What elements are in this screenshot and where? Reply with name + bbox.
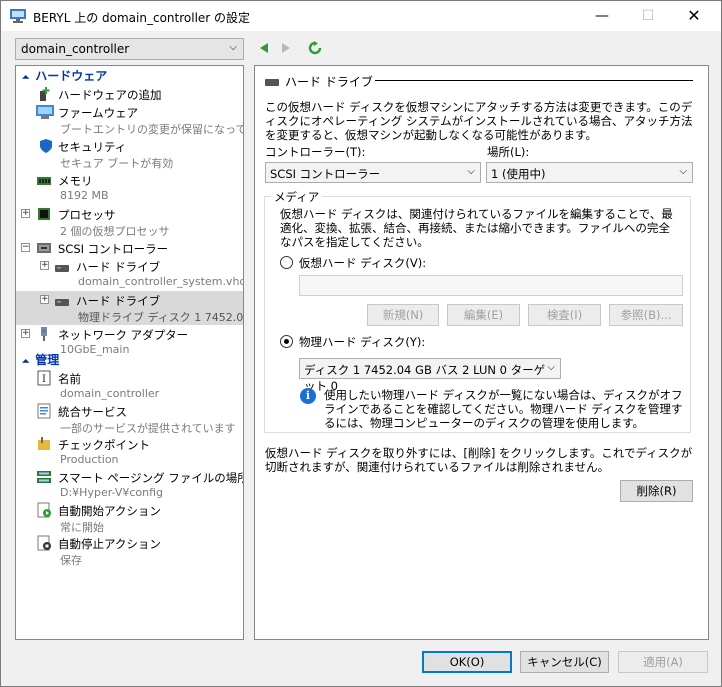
maximize-button[interactable]: ☐ [625, 1, 671, 31]
inspect-button[interactable]: 検査(I) [528, 304, 601, 326]
physical-disk-info-text: 使用したい物理ハード ディスクが一覧にない場合は、ディスクがオフラインであること… [324, 388, 683, 430]
collapse-chevron-icon: ⏶ [22, 357, 30, 367]
close-button[interactable]: ✕ [671, 1, 717, 31]
minimize-button[interactable]: — [579, 1, 625, 31]
controller-label: コントローラー(T): [265, 145, 366, 159]
sidebar-item-firmware[interactable]: ファームウェア ブートエントリの変更が保留になって... [16, 103, 243, 137]
location-label: 場所(L): [487, 145, 530, 159]
edit-button[interactable]: 編集(E) [447, 304, 520, 326]
sidebar-item-scsi-controller[interactable]: − SCSI コントローラー [16, 239, 243, 257]
settings-tree: ⏶ ハードウェア ハードウェアの追加 ファームウェア ブートエントリの変更が保留に… [15, 65, 244, 640]
remove-button[interactable]: 削除(R) [620, 480, 693, 502]
sidebar-item-auto-start[interactable]: 自動開始アクション 常に開始 [16, 501, 243, 534]
expand-plus-icon[interactable]: + [40, 295, 49, 304]
name-tag-icon: I [37, 370, 51, 386]
sidebar-item-auto-stop[interactable]: 自動停止アクション 保存 [16, 534, 243, 567]
svg-text:I: I [42, 374, 46, 385]
integration-services-icon [37, 403, 51, 419]
smart-paging-icon [37, 471, 51, 483]
sidebar-item-security[interactable]: セキュリティ セキュア ブートが有効 [16, 137, 243, 171]
sidebar-item-processor[interactable]: + プロセッサ 2 個の仮想プロセッサ [16, 205, 243, 239]
settings-window: BERYL 上の domain_controller の設定 — ☐ ✕ dom… [0, 0, 722, 687]
hard-drive-icon [55, 299, 69, 306]
title-divider [375, 80, 693, 81]
refresh-icon[interactable] [308, 41, 322, 55]
chevron-down-icon: ⌵ [229, 42, 237, 53]
chevron-down-icon: ⌵ [467, 166, 475, 177]
virtual-hard-disk-radio[interactable] [280, 256, 293, 269]
expand-plus-icon[interactable]: + [21, 329, 30, 338]
title-bar: BERYL 上の domain_controller の設定 — ☐ ✕ [1, 1, 721, 31]
hard-drive-settings-panel: ハード ドライブ この仮想ハード ディスクを仮想マシンにアタッチする方法は変更で… [254, 65, 709, 640]
sidebar-item-hard-drive-2[interactable]: + ハード ドライブ 物理ドライブ ディスク 1 7452.04... [16, 291, 243, 325]
sidebar-item-memory[interactable]: メモリ 8192 MB [16, 171, 243, 205]
add-hardware-icon [40, 87, 50, 101]
media-description: 仮想ハード ディスクは、関連付けられているファイルを編集することで、最適化、変換… [280, 207, 673, 249]
remove-instructions: 仮想ハード ディスクを取り外すには、[削除] をクリックします。これでディスクが… [265, 446, 693, 474]
browse-button[interactable]: 参照(B)... [609, 304, 683, 326]
processor-icon [38, 208, 50, 220]
checkpoint-icon [38, 437, 50, 450]
forward-arrow-icon[interactable] [279, 41, 293, 55]
controller-dropdown[interactable]: SCSI コントローラー ⌵ [265, 162, 481, 183]
window-title: BERYL 上の domain_controller の設定 [33, 11, 251, 25]
physical-hard-disk-label: 物理ハード ディスク(Y): [299, 335, 426, 349]
panel-title: ハード ドライブ [265, 73, 373, 90]
hard-drive-icon [265, 79, 279, 86]
sidebar-item-name[interactable]: I 名前 domain_controller [16, 369, 243, 402]
expand-plus-icon[interactable]: + [40, 261, 49, 270]
auto-start-icon [37, 502, 51, 518]
back-arrow-icon[interactable] [257, 41, 271, 55]
scsi-controller-icon [37, 243, 51, 253]
collapse-minus-icon[interactable]: − [21, 243, 30, 252]
location-dropdown[interactable]: 1 (使用中) ⌵ [486, 162, 693, 183]
chevron-down-icon: ⌵ [679, 166, 687, 177]
new-button[interactable]: 新規(N) [367, 304, 439, 326]
apply-button[interactable]: 適用(A) [618, 651, 708, 673]
hardware-section-header[interactable]: ⏶ ハードウェア [17, 68, 243, 84]
vm-selector-dropdown[interactable]: domain_controller ⌵ [15, 38, 244, 60]
panel-description: この仮想ハード ディスクを仮想マシンにアタッチする方法は変更できます。このディス… [265, 100, 693, 142]
sidebar-item-checkpoints[interactable]: チェックポイント Production [16, 435, 243, 468]
shield-icon [40, 139, 52, 153]
sidebar-item-smart-paging[interactable]: スマート ページング ファイルの場所 D:¥Hyper-V¥config [16, 468, 243, 501]
collapse-chevron-icon: ⏶ [22, 73, 30, 83]
sidebar-item-hard-drive-1[interactable]: + ハード ドライブ domain_controller_system.vhdx [16, 257, 243, 291]
vhd-path-input[interactable] [299, 275, 683, 296]
sidebar-item-add-hardware[interactable]: ハードウェアの追加 [16, 85, 243, 103]
chevron-down-icon: ⌵ [547, 362, 555, 373]
physical-hard-disk-radio[interactable] [280, 335, 293, 348]
physical-disk-dropdown[interactable]: ディスク 1 7452.04 GB バス 2 LUN 0 ターゲット 0 ⌵ [299, 358, 561, 393]
management-section-header[interactable]: ⏶ 管理 [17, 352, 243, 368]
memory-icon [37, 177, 51, 185]
firmware-icon [36, 105, 54, 119]
network-adapter-icon [41, 327, 47, 341]
info-icon: i [300, 388, 316, 404]
cancel-button[interactable]: キャンセル(C) [520, 651, 609, 673]
media-group-label: メディア [271, 189, 323, 205]
hard-drive-icon [55, 265, 69, 272]
virtual-hard-disk-label[interactable]: 仮想ハード ディスク(V): [299, 256, 426, 270]
expand-plus-icon[interactable]: + [21, 209, 30, 218]
hyper-v-app-icon [10, 9, 26, 23]
auto-stop-icon [37, 535, 51, 551]
vm-selector-value: domain_controller [21, 42, 130, 56]
sidebar-item-integration-services[interactable]: 統合サービス 一部のサービスが提供されています [16, 402, 243, 435]
ok-button[interactable]: OK(O) [422, 651, 512, 673]
